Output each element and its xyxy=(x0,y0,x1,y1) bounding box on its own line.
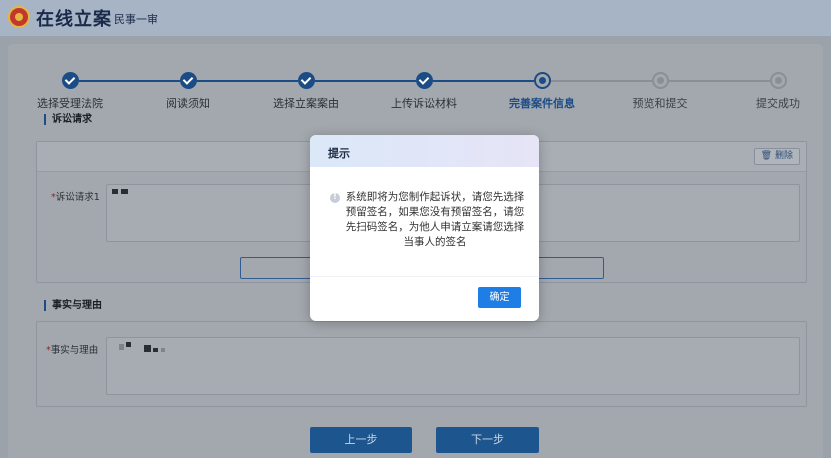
redacted-text xyxy=(119,344,124,350)
redacted-text xyxy=(144,345,151,352)
prompt-dialog: 提示 系统即将为您制作起诉状，请您先选择预留签名，如果您没有预留签名，请您先扫码… xyxy=(310,135,539,321)
info-icon xyxy=(330,192,340,203)
step-2-label: 阅读须知 xyxy=(166,97,210,110)
case-type-label: 民事一审 xyxy=(114,13,158,26)
step-connector xyxy=(551,80,652,82)
step-3-done-icon xyxy=(298,72,315,89)
step-6-label: 预览和提交 xyxy=(632,97,688,110)
progress-stepper: 选择受理法院 阅读须知 选择立案案由 上传诉讼材料 完善案件信息 预览和提交 提交成功 xyxy=(0,48,831,110)
step-5-label: 完善案件信息 xyxy=(509,97,575,110)
dialog-message: 系统即将为您制作起诉状，请您先选择预留签名，如果您没有预留签名，请您先扫码签名，… xyxy=(345,191,525,248)
delete-label: 删除 xyxy=(774,151,793,161)
redacted-text xyxy=(161,348,165,352)
step-1-done-icon xyxy=(62,72,79,89)
claim-field-label: *诉讼请求1 xyxy=(51,192,100,203)
step-6-todo-icon xyxy=(652,72,669,89)
step-7-todo-icon xyxy=(770,72,787,89)
confirm-button[interactable]: 确定 xyxy=(478,287,521,308)
redacted-text xyxy=(121,189,128,194)
court-emblem-icon xyxy=(8,6,30,28)
step-connector xyxy=(433,80,534,82)
step-connector xyxy=(197,80,298,82)
trash-icon: 🗑 xyxy=(760,151,773,161)
step-7-label: 提交成功 xyxy=(756,97,800,110)
facts-textarea[interactable] xyxy=(106,337,800,395)
step-2-done-icon xyxy=(180,72,197,89)
redacted-text xyxy=(112,189,118,194)
step-connector xyxy=(315,80,416,82)
redacted-text xyxy=(153,348,158,352)
facts-section-title: 事实与理由 xyxy=(44,300,102,311)
step-connector xyxy=(79,80,180,82)
facts-panel: *事实与理由 xyxy=(36,321,807,407)
step-connector xyxy=(669,80,770,82)
dialog-divider xyxy=(310,276,539,277)
app-header: 在线立案 民事一审 xyxy=(0,0,831,36)
step-4-done-icon xyxy=(416,72,433,89)
dialog-header: 提示 xyxy=(310,135,539,167)
step-1-label: 选择受理法院 xyxy=(37,97,103,110)
delete-claim-button[interactable]: 🗑 删除 xyxy=(753,148,800,165)
claims-section-title: 诉讼请求 xyxy=(44,114,92,125)
step-4-label: 上传诉讼材料 xyxy=(391,97,457,110)
step-3-label: 选择立案案由 xyxy=(273,97,339,110)
redacted-text xyxy=(126,342,131,347)
prev-step-button[interactable]: 上一步 xyxy=(310,427,412,453)
next-step-button[interactable]: 下一步 xyxy=(436,427,539,453)
dialog-title: 提示 xyxy=(328,147,350,160)
step-5-active-icon xyxy=(534,72,551,89)
app-title: 在线立案 xyxy=(36,9,112,30)
facts-field-label: *事实与理由 xyxy=(46,345,99,356)
